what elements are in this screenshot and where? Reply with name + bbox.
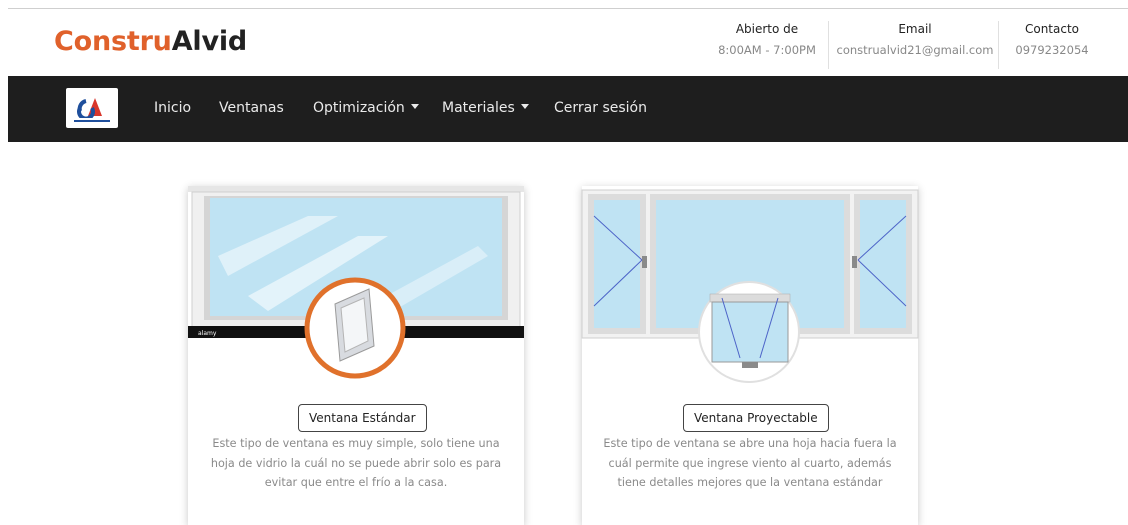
nav-item-ventanas[interactable]: Ventanas bbox=[219, 100, 284, 116]
card-ventana-proyectable: Ventana Proyectable Este tipo de ventana… bbox=[581, 186, 919, 525]
nav-item-inicio[interactable]: Inicio bbox=[154, 100, 191, 116]
nav-item-cerrar-sesion[interactable]: Cerrar sesión bbox=[554, 100, 647, 116]
chevron-down-icon bbox=[410, 104, 419, 109]
ventana-proyectable-description: Este tipo de ventana se abre una hoja ha… bbox=[603, 437, 897, 489]
contact-info: Contacto 0979232054 bbox=[1004, 21, 1100, 58]
contact-label: Contacto bbox=[1024, 22, 1080, 36]
main-navbar: Inicio Ventanas Optimización Materiales … bbox=[8, 76, 1128, 142]
nav-item-materiales[interactable]: Materiales bbox=[442, 100, 529, 116]
email-value[interactable]: construalvid21@gmail.com bbox=[834, 42, 996, 58]
logo-part-alvid: Alvid bbox=[171, 26, 248, 57]
hours-value: 8:00AM - 7:00PM bbox=[718, 43, 816, 57]
hours-label: Abierto de bbox=[735, 22, 799, 36]
header-separator bbox=[998, 21, 999, 69]
card-ventana-estandar: alamy Ventana Estándar Este tipo de vent… bbox=[188, 186, 524, 525]
watermark-label: alamy bbox=[198, 330, 217, 337]
standard-window-image: alamy bbox=[188, 186, 524, 379]
contact-value[interactable]: 0979232054 bbox=[1004, 42, 1100, 58]
projectable-window-image bbox=[581, 186, 919, 383]
ventana-proyectable-button[interactable]: Ventana Proyectable bbox=[683, 404, 829, 432]
logo-part-construe: Constru bbox=[54, 26, 172, 57]
hours-info: Abierto de 8:00AM - 7:00PM bbox=[708, 21, 826, 58]
brand-logo-icon bbox=[72, 98, 112, 124]
ventana-estandar-button[interactable]: Ventana Estándar bbox=[298, 404, 427, 432]
email-label: Email bbox=[898, 22, 932, 36]
nav-item-optimizacion[interactable]: Optimización bbox=[313, 100, 419, 116]
email-info: Email construalvid21@gmail.com bbox=[834, 21, 996, 58]
site-logo[interactable]: ConstruAlvid bbox=[54, 26, 247, 57]
ventana-estandar-description: Este tipo de ventana es muy simple, solo… bbox=[210, 437, 502, 489]
site-header: ConstruAlvid Abierto de 8:00AM - 7:00PM … bbox=[0, 9, 1128, 76]
navbar-brand-logo[interactable] bbox=[66, 88, 118, 128]
header-separator bbox=[828, 21, 829, 69]
chevron-down-icon bbox=[520, 104, 529, 109]
